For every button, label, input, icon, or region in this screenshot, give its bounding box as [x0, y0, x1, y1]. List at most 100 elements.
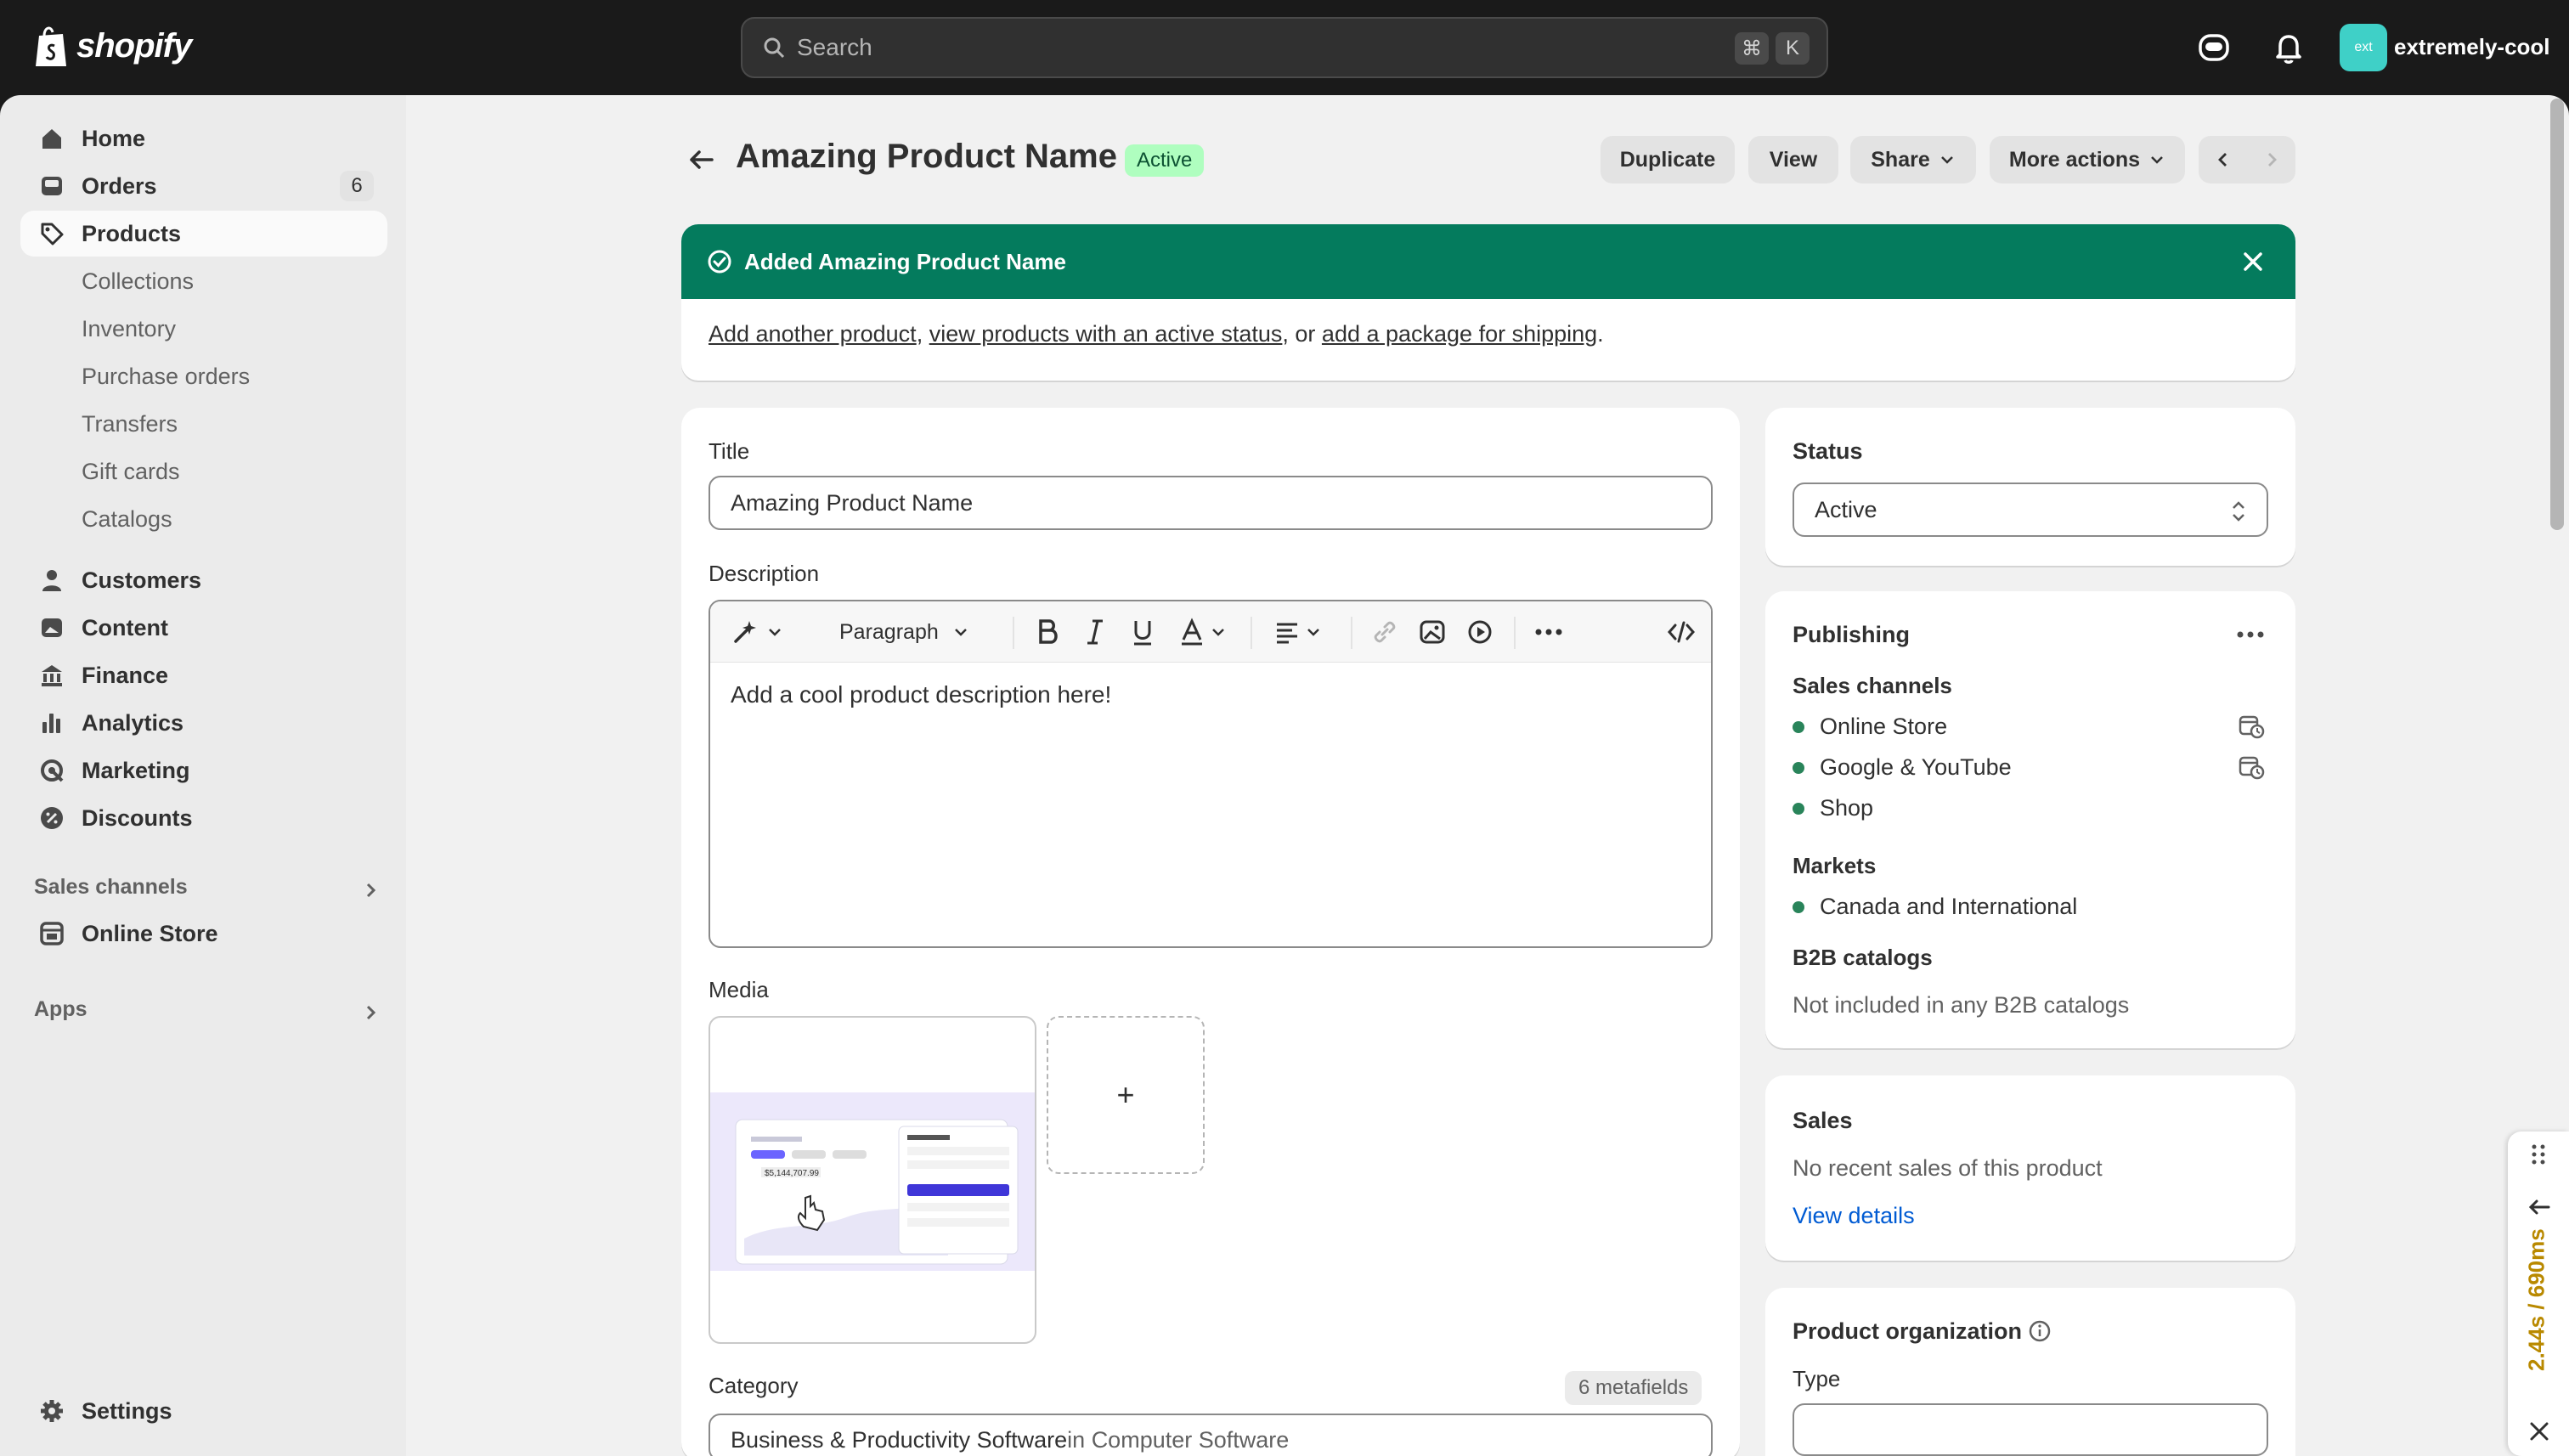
magic-icon — [734, 621, 756, 643]
sidebar-item-customers[interactable]: Customers — [20, 557, 387, 603]
sales-channels-heading[interactable]: Sales channels — [34, 875, 188, 900]
active-dot — [1793, 802, 1804, 815]
sidebar-item-settings[interactable]: Settings — [20, 1388, 387, 1434]
underline-button[interactable] — [1130, 617, 1155, 647]
add-another-product-link[interactable]: Add another product — [709, 321, 917, 347]
calendar-clock-icon[interactable] — [2238, 753, 2265, 780]
bar-chart-icon — [37, 708, 66, 737]
sidebar-item-orders[interactable]: Orders 6 — [20, 163, 387, 209]
code-icon — [1668, 621, 1695, 643]
sidebar-item-label: Finance — [82, 662, 169, 688]
drag-handle-icon[interactable] — [2528, 1142, 2549, 1167]
italic-button[interactable] — [1082, 617, 1108, 647]
close-icon[interactable] — [2239, 248, 2267, 275]
inbox-icon — [37, 172, 66, 200]
chevron-right-icon[interactable] — [360, 1002, 381, 1023]
description-textarea[interactable]: Add a cool product description here! — [710, 663, 1711, 727]
status-select[interactable]: Active — [1793, 483, 2268, 537]
page-title: Amazing Product Name — [736, 138, 1117, 175]
title-input[interactable]: Amazing Product Name — [709, 476, 1713, 530]
category-select[interactable]: Business & Productivity Software in Comp… — [709, 1414, 1713, 1456]
market-item: Canada and International — [1793, 894, 2077, 920]
bell-icon[interactable] — [2270, 29, 2307, 66]
play-circle-icon — [1468, 620, 1492, 644]
more-formatting-button[interactable] — [1534, 617, 1563, 647]
text-color-icon — [1182, 618, 1202, 646]
metafields-badge[interactable]: 6 metafields — [1565, 1371, 1702, 1405]
code-view-button[interactable] — [1667, 617, 1696, 647]
chevron-left-icon — [2217, 153, 2227, 166]
sidebar-subitem-inventory[interactable]: Inventory — [82, 306, 176, 352]
more-actions-button[interactable]: More actions — [1990, 136, 2185, 183]
channel-shop: Shop — [1793, 795, 1873, 821]
info-icon[interactable] — [2027, 1318, 2052, 1344]
sidebar-item-discounts[interactable]: Discounts — [20, 795, 387, 841]
sidebar-item-online-store[interactable]: Online Store — [20, 911, 387, 957]
insert-video-button[interactable] — [1466, 617, 1493, 647]
insert-image-button[interactable] — [1419, 617, 1446, 647]
store-icon — [37, 919, 66, 948]
sales-channels-subheading: Sales channels — [1793, 673, 1952, 698]
sidebar-item-home[interactable]: Home — [20, 116, 387, 161]
sidebar-item-label: Products — [82, 220, 182, 246]
sidekick-icon[interactable] — [2195, 29, 2233, 66]
chevron-right-icon[interactable] — [360, 880, 381, 900]
search-input[interactable]: Search ⌘ K — [741, 17, 1828, 78]
sidebar-item-finance[interactable]: Finance — [20, 652, 387, 698]
description-label: Description — [709, 561, 820, 586]
store-name[interactable]: extremely-cool — [2394, 34, 2550, 60]
sidebar-subitem-catalogs[interactable]: Catalogs — [82, 496, 172, 542]
duplicate-button[interactable]: Duplicate — [1601, 136, 1735, 183]
underline-icon — [1134, 621, 1151, 646]
tag-icon — [37, 219, 66, 248]
status-label: Status — [1793, 438, 1863, 464]
view-button[interactable]: View — [1748, 136, 1838, 183]
category-label: Category — [709, 1373, 799, 1398]
more-horizontal-icon[interactable] — [2236, 629, 2265, 641]
bold-button[interactable] — [1035, 617, 1060, 647]
sidebar-item-label: Settings — [82, 1397, 172, 1424]
sales-title: Sales — [1793, 1108, 1853, 1133]
sidebar-subitem-collections[interactable]: Collections — [82, 258, 194, 304]
banner-body: Add another product, view products with … — [681, 299, 2295, 370]
sidebar-item-products[interactable]: Products — [20, 211, 387, 257]
banner-header: Added Amazing Product Name — [681, 224, 2295, 299]
sidebar-item-label: Home — [82, 125, 146, 151]
add-media-button[interactable]: + — [1047, 1016, 1205, 1174]
previous-product-button[interactable] — [2199, 136, 2247, 183]
chevron-down-icon — [1212, 629, 1224, 636]
shopify-logo[interactable]: shopify — [32, 24, 192, 68]
link-button[interactable] — [1371, 617, 1398, 647]
page-scrollbar[interactable] — [2550, 99, 2564, 530]
channel-online-store: Online Store — [1793, 714, 1947, 740]
product-image: $5,144,707.99 — [710, 1092, 1035, 1271]
next-product-button[interactable] — [2247, 136, 2295, 183]
sidebar-subitem-transfers[interactable]: Transfers — [82, 401, 178, 447]
text-color-button[interactable] — [1179, 617, 1227, 647]
channel-label: Online Store — [1820, 714, 1948, 739]
media-thumbnail[interactable]: $5,144,707.99 — [709, 1016, 1036, 1344]
store-avatar[interactable]: ext — [2340, 24, 2387, 71]
ai-magic-button[interactable] — [731, 617, 783, 647]
add-package-link[interactable]: add a package for shipping — [1322, 321, 1597, 347]
sidebar-subitem-purchase-orders[interactable]: Purchase orders — [82, 353, 250, 399]
paragraph-style-select[interactable]: Paragraph — [839, 617, 969, 647]
markets-subheading: Markets — [1793, 853, 1877, 878]
sidebar-item-marketing[interactable]: Marketing — [20, 748, 387, 793]
align-button[interactable] — [1274, 617, 1322, 647]
sidebar-item-analytics[interactable]: Analytics — [20, 700, 387, 746]
view-active-products-link[interactable]: view products with an active status — [929, 321, 1283, 347]
close-icon[interactable] — [2527, 1419, 2552, 1444]
calendar-clock-icon[interactable] — [2238, 712, 2265, 739]
sidebar-item-content[interactable]: Content — [20, 605, 387, 651]
view-details-link[interactable]: View details — [1793, 1203, 1915, 1229]
share-button[interactable]: Share — [1850, 136, 1976, 183]
type-input[interactable] — [1793, 1403, 2268, 1456]
select-arrows-icon — [2233, 501, 2244, 522]
sidebar-subitem-gift-cards[interactable]: Gift cards — [82, 449, 180, 494]
product-organization-title: Product organization — [1793, 1318, 2022, 1344]
sidebar-item-label: Customers — [82, 567, 202, 593]
apps-heading[interactable]: Apps — [34, 997, 88, 1022]
product-pager — [2199, 136, 2295, 183]
back-arrow-icon[interactable] — [686, 144, 717, 175]
